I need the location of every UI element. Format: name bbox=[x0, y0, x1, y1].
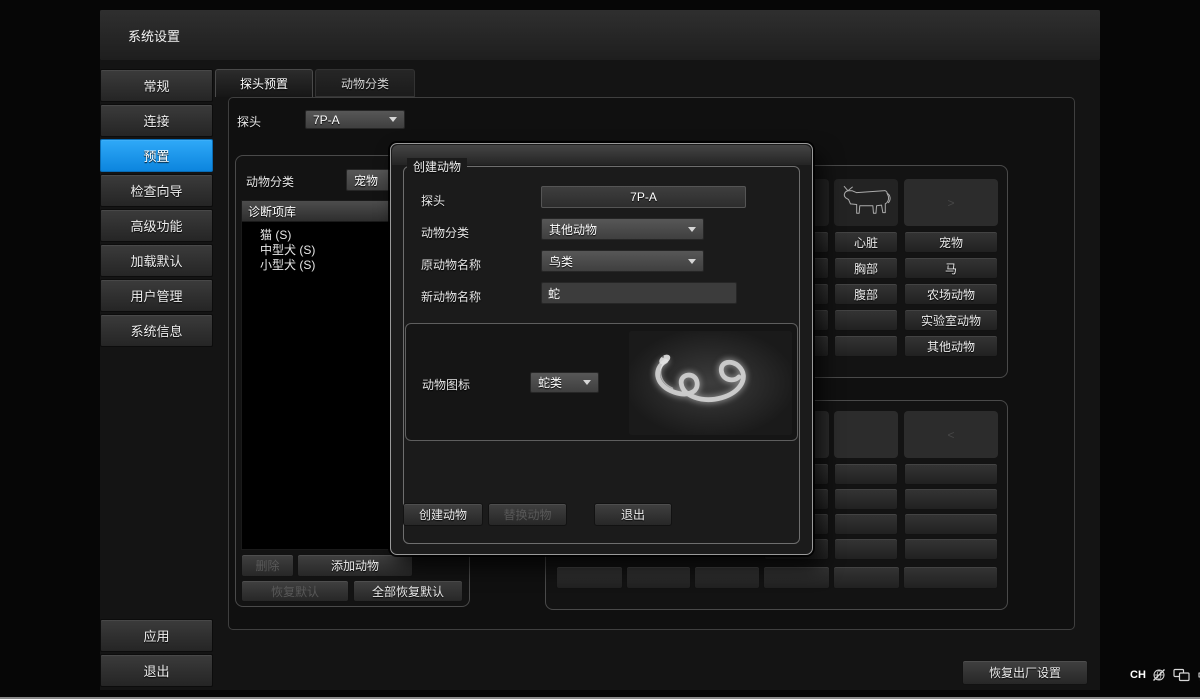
heart-button[interactable]: 心脏 bbox=[834, 231, 898, 253]
probe-select-value: 7P-A bbox=[313, 113, 340, 127]
empty-button[interactable] bbox=[833, 566, 900, 589]
chevron-left-icon: < bbox=[904, 411, 998, 458]
empty-button[interactable] bbox=[626, 566, 691, 589]
chevron-down-icon bbox=[688, 259, 696, 264]
delete-button[interactable]: 删除 bbox=[241, 554, 294, 577]
animal-icon-panel: 动物图标 蛇类 bbox=[405, 323, 798, 441]
create-animal-dialog: 创建动物 探头 7P-A 动物分类 其他动物 原动物名称 鸟类 新动物名称 动物… bbox=[390, 143, 813, 555]
status-bar: CH bbox=[1130, 668, 1200, 682]
farm-animal-button[interactable]: 农场动物 bbox=[904, 283, 998, 305]
chevron-down-icon bbox=[688, 227, 696, 232]
empty-button[interactable] bbox=[834, 538, 898, 560]
animal-icon-preview bbox=[629, 331, 792, 435]
sidebar-item-preset[interactable]: 预置 bbox=[100, 139, 213, 172]
empty-button[interactable] bbox=[834, 335, 898, 357]
icon-type-select[interactable]: 蛇类 bbox=[530, 372, 599, 393]
sidebar-item-advanced[interactable]: 高级功能 bbox=[100, 209, 213, 242]
chevron-down-icon bbox=[583, 380, 591, 385]
empty-button[interactable] bbox=[694, 566, 760, 589]
chest-button[interactable]: 胸部 bbox=[834, 257, 898, 279]
exit-button[interactable]: 退出 bbox=[100, 654, 213, 687]
empty-button[interactable] bbox=[834, 309, 898, 331]
sidebar-item-connection[interactable]: 连接 bbox=[100, 104, 213, 137]
dialog-exit-button[interactable]: 退出 bbox=[594, 503, 672, 526]
dialog-probe-label: 探头 bbox=[421, 192, 445, 209]
add-animal-button[interactable]: 添加动物 bbox=[297, 554, 413, 577]
next-page-box[interactable]: > bbox=[904, 179, 998, 226]
sidebar-bottom: 应用 退出 bbox=[100, 619, 213, 687]
empty-button[interactable] bbox=[834, 463, 898, 485]
empty-button[interactable] bbox=[903, 566, 998, 589]
dialog-category-label: 动物分类 bbox=[421, 224, 469, 241]
dialog-probe-value-text: 7P-A bbox=[630, 190, 657, 204]
horse-button[interactable]: 马 bbox=[904, 257, 998, 279]
factory-reset-button[interactable]: 恢复出厂设置 bbox=[962, 660, 1088, 685]
prev-page-box[interactable]: < bbox=[904, 411, 998, 458]
chevron-right-icon: > bbox=[904, 179, 998, 226]
empty-button[interactable] bbox=[834, 488, 898, 510]
empty-button[interactable] bbox=[556, 566, 623, 589]
window-titlebar: 系统设置 bbox=[100, 10, 1100, 60]
dialog-probe-value[interactable]: 7P-A bbox=[541, 186, 746, 208]
dialog-legend: 创建动物 bbox=[407, 158, 467, 175]
dual-display-icon bbox=[1173, 668, 1190, 682]
language-indicator: CH bbox=[1130, 669, 1146, 681]
other-animal-button[interactable]: 其他动物 bbox=[904, 335, 998, 357]
chevron-down-icon bbox=[389, 117, 397, 122]
probe-select[interactable]: 7P-A bbox=[305, 110, 405, 129]
dialog-source-select[interactable]: 鸟类 bbox=[541, 250, 704, 272]
icon-type-value: 蛇类 bbox=[538, 374, 562, 391]
sidebar-item-exam-wizard[interactable]: 检查向导 bbox=[100, 174, 213, 207]
restore-all-default-button[interactable]: 全部恢复默认 bbox=[353, 580, 463, 602]
category-select-value: 宠物 bbox=[354, 172, 378, 189]
empty-button[interactable] bbox=[834, 513, 898, 535]
dialog-source-value: 鸟类 bbox=[549, 253, 573, 270]
speaker-icon bbox=[1196, 668, 1200, 682]
tab-animal-category[interactable]: 动物分类 bbox=[315, 69, 415, 97]
replace-animal-button[interactable]: 替换动物 bbox=[488, 503, 567, 526]
page-title: 系统设置 bbox=[128, 26, 180, 45]
category-label: 动物分类 bbox=[246, 173, 294, 190]
lab-animal-button[interactable]: 实验室动物 bbox=[904, 309, 998, 331]
sidebar-item-general[interactable]: 常规 bbox=[100, 69, 213, 102]
sidebar-item-load-default[interactable]: 加载默认 bbox=[100, 244, 213, 277]
probe-label: 探头 bbox=[237, 113, 261, 130]
apply-button[interactable]: 应用 bbox=[100, 619, 213, 652]
network-icon bbox=[1152, 668, 1167, 682]
empty-button[interactable] bbox=[904, 463, 998, 485]
create-animal-button[interactable]: 创建动物 bbox=[403, 503, 483, 526]
settings-window: 系统设置 常规 连接 预置 检查向导 高级功能 加载默认 用户管理 系统信息 应… bbox=[100, 10, 1100, 690]
dialog-source-label: 原动物名称 bbox=[421, 256, 481, 273]
restore-default-button[interactable]: 恢复默认 bbox=[241, 580, 349, 602]
dialog-category-select[interactable]: 其他动物 bbox=[541, 218, 704, 240]
snake-icon bbox=[636, 335, 786, 431]
empty-button[interactable] bbox=[763, 566, 830, 589]
abdomen-button[interactable]: 腹部 bbox=[834, 283, 898, 305]
dialog-new-name-label: 新动物名称 bbox=[421, 288, 481, 305]
animal-image-box[interactable] bbox=[834, 411, 898, 458]
empty-button[interactable] bbox=[904, 488, 998, 510]
dialog-category-value: 其他动物 bbox=[549, 221, 597, 238]
dialog-icon-label: 动物图标 bbox=[422, 376, 470, 393]
sidebar-item-user-management[interactable]: 用户管理 bbox=[100, 279, 213, 312]
sidebar-item-system-info[interactable]: 系统信息 bbox=[100, 314, 213, 347]
tab-probe-preset[interactable]: 探头预置 bbox=[215, 69, 313, 97]
pet-button[interactable]: 宠物 bbox=[904, 231, 998, 253]
sidebar: 常规 连接 预置 检查向导 高级功能 加载默认 用户管理 系统信息 bbox=[100, 69, 213, 347]
cow-icon bbox=[838, 182, 894, 222]
cow-image-box[interactable] bbox=[834, 179, 898, 226]
empty-button[interactable] bbox=[904, 538, 998, 560]
empty-button[interactable] bbox=[904, 513, 998, 535]
new-name-input[interactable] bbox=[541, 282, 737, 304]
